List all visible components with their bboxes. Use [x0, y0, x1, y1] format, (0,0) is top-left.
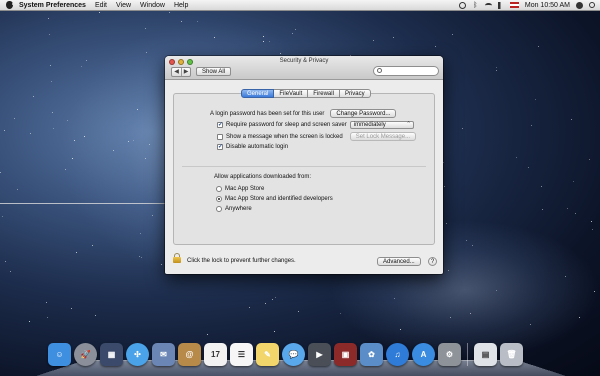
tab-filevault[interactable]: FileVault — [274, 89, 309, 98]
tab-bar: General FileVault Firewall Privacy — [241, 89, 371, 98]
contacts-icon[interactable]: @ — [178, 343, 201, 366]
advanced-button[interactable]: Advanced... — [377, 257, 421, 266]
show-all-button[interactable]: Show All — [196, 67, 232, 76]
disable-auto-login-row: Disable automatic login — [217, 143, 289, 150]
back-button[interactable]: ◀ — [172, 68, 181, 76]
dock: ☺ 🚀 ▦ ✣ ✉ @17 ☰ ✎ 💬 ▶ ▣ ✿ ♫ A ⚙ ▤ 🗑 — [48, 343, 523, 366]
menu-help[interactable]: Help — [174, 2, 188, 9]
general-panel: A login password has been set for this u… — [173, 93, 435, 245]
forward-button[interactable]: ▶ — [181, 68, 190, 76]
iphoto-icon[interactable]: ✿ — [360, 343, 383, 366]
mission-control-icon[interactable]: ▦ — [100, 343, 123, 366]
window-titlebar[interactable]: Security & Privacy ◀ ▶ Show All — [165, 56, 443, 80]
tab-general[interactable]: General — [241, 89, 275, 98]
allow-apps-heading: Allow applications downloaded from: — [214, 174, 312, 180]
radio-identified-developers[interactable] — [216, 196, 222, 202]
option-mac-app-store[interactable]: Mac App Store — [216, 186, 264, 192]
panel-divider — [182, 166, 426, 167]
radio-anywhere[interactable] — [216, 206, 222, 212]
disable-auto-login-label: Disable automatic login — [226, 144, 289, 150]
notes-icon[interactable]: ✎ — [256, 343, 279, 366]
app-store-icon[interactable]: A — [412, 343, 435, 366]
radio-mac-app-store[interactable] — [216, 186, 222, 192]
flag-icon[interactable] — [509, 2, 519, 8]
option-identified-developers[interactable]: Mac App Store and identified developers — [216, 196, 333, 202]
menu-view[interactable]: View — [116, 2, 131, 9]
tab-firewall[interactable]: Firewall — [308, 89, 340, 98]
trash-icon[interactable]: 🗑 — [500, 343, 523, 366]
option-label: Mac App Store — [225, 186, 265, 192]
change-password-button[interactable]: Change Password... — [330, 109, 397, 118]
facetime-icon[interactable]: ▶ — [308, 343, 331, 366]
require-password-checkbox[interactable] — [217, 121, 223, 128]
help-button[interactable]: ? — [428, 257, 437, 266]
system-preferences-icon[interactable]: ⚙ — [438, 343, 461, 366]
lock-text: Click the lock to prevent further change… — [187, 258, 296, 264]
require-password-select[interactable]: immediately — [349, 121, 414, 129]
bluetooth-icon[interactable]: ᛒ — [472, 2, 479, 9]
require-password-label: Require password for sleep and screen sa… — [226, 122, 347, 128]
require-password-row: Require password for sleep and screen sa… — [217, 121, 414, 129]
lock-icon[interactable] — [173, 253, 182, 263]
menu-extras: ᛒ Mon 10:50 AM — [458, 1, 600, 9]
nav-buttons: ◀ ▶ — [171, 67, 191, 77]
search-input[interactable] — [373, 66, 439, 76]
option-label: Mac App Store and identified developers — [225, 196, 333, 202]
mail-icon[interactable]: ✉ — [152, 343, 175, 366]
documents-stack-icon[interactable]: ▤ — [474, 343, 497, 366]
dock-separator — [467, 343, 468, 366]
desktop-line — [0, 203, 170, 204]
wifi-icon[interactable] — [484, 2, 492, 8]
calendar-icon[interactable]: 17 — [204, 343, 227, 366]
option-label: Anywhere — [225, 206, 252, 212]
apple-menu-icon[interactable] — [6, 1, 14, 9]
finder-icon[interactable]: ☺ — [48, 343, 71, 366]
option-anywhere[interactable]: Anywhere — [216, 206, 252, 212]
login-password-text: A login password has been set for this u… — [210, 110, 325, 117]
time-machine-icon[interactable] — [458, 1, 466, 9]
itunes-icon[interactable]: ♫ — [386, 343, 409, 366]
login-password-row: A login password has been set for this u… — [210, 109, 397, 118]
menu-bar: System Preferences Edit View Window Help… — [0, 0, 600, 11]
window-title: Security & Privacy — [279, 58, 329, 64]
launchpad-icon[interactable]: 🚀 — [74, 343, 97, 366]
security-privacy-window: Security & Privacy ◀ ▶ Show All General … — [165, 56, 443, 274]
menu-clock[interactable]: Mon 10:50 AM — [525, 2, 570, 9]
user-icon[interactable] — [576, 1, 583, 9]
messages-icon[interactable]: 💬 — [282, 343, 305, 366]
safari-icon[interactable]: ✣ — [126, 343, 149, 366]
volume-icon[interactable] — [497, 1, 504, 9]
show-message-label: Show a message when the screen is locked — [226, 133, 343, 140]
tab-privacy[interactable]: Privacy — [339, 89, 371, 98]
menu-edit[interactable]: Edit — [95, 2, 107, 9]
reminders-icon[interactable]: ☰ — [230, 343, 253, 366]
photo-booth-icon[interactable]: ▣ — [334, 343, 357, 366]
set-lock-message-button[interactable]: Set Lock Message... — [349, 132, 417, 141]
menu-app-name[interactable]: System Preferences — [19, 2, 86, 9]
show-message-row: Show a message when the screen is locked… — [217, 132, 417, 141]
disable-auto-login-checkbox[interactable] — [217, 143, 223, 150]
spotlight-icon[interactable] — [589, 2, 595, 8]
search-icon — [377, 68, 382, 73]
show-message-checkbox[interactable] — [217, 133, 223, 140]
menu-window[interactable]: Window — [140, 2, 165, 9]
